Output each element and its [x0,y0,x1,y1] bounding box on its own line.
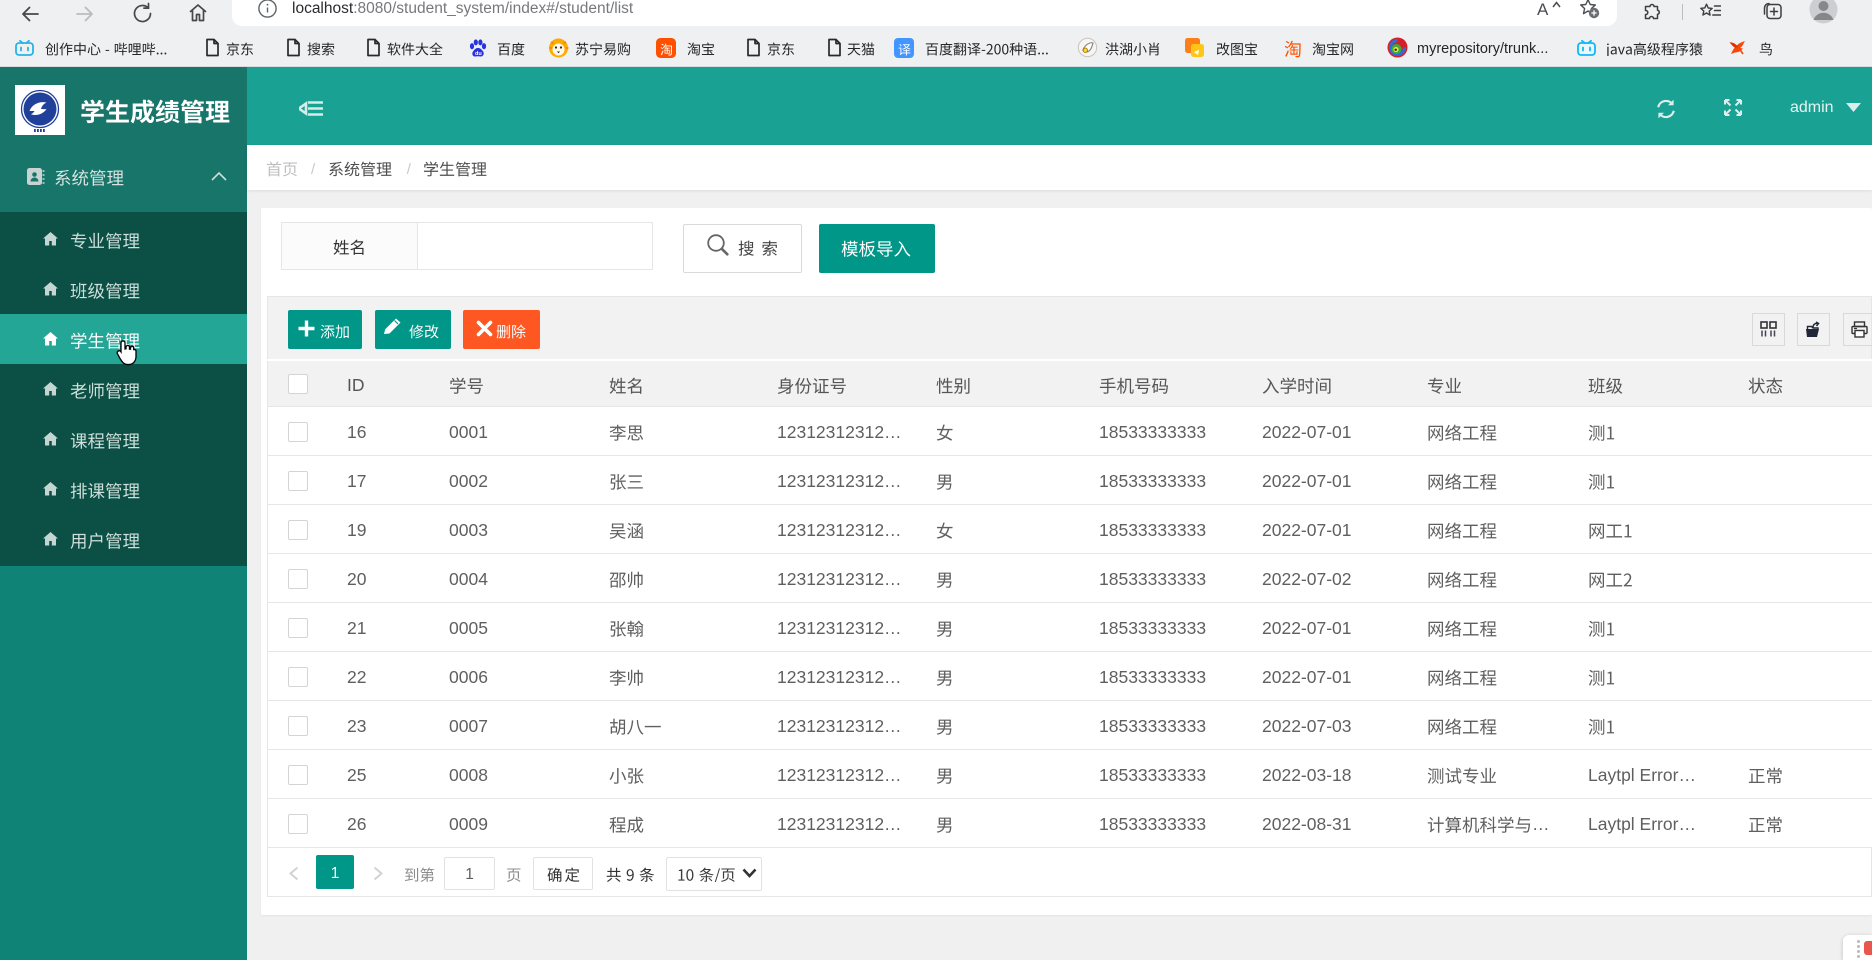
svg-text:A: A [1537,0,1549,19]
svg-text:du: du [475,51,482,57]
